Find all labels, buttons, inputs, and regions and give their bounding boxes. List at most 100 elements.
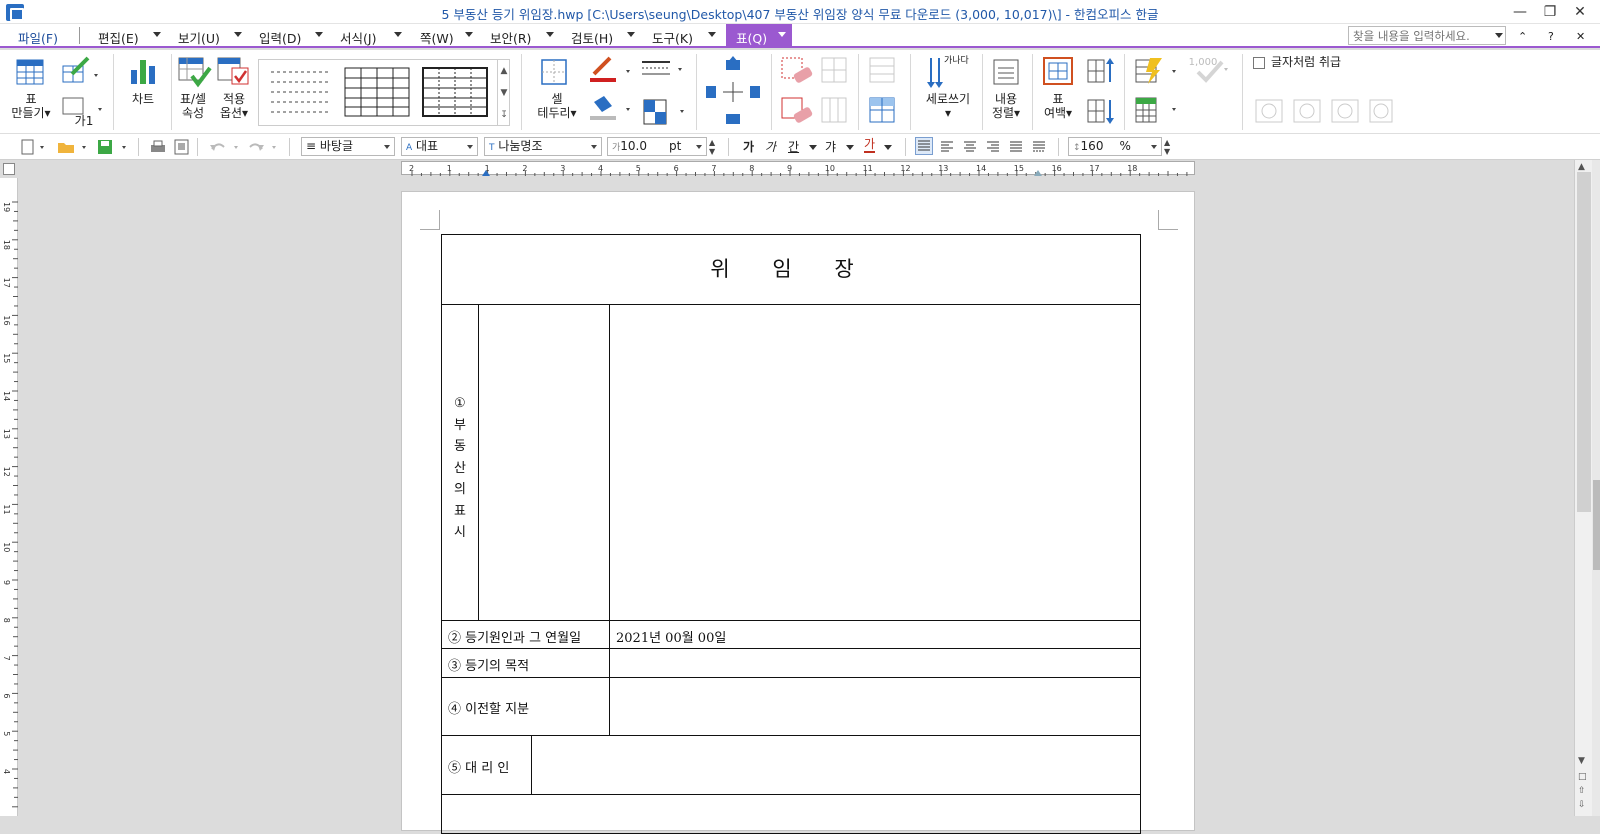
cell-shade-icon[interactable] — [642, 98, 686, 129]
cause-label-cell[interactable]: ② 등기원인과 그 연월일 — [441, 620, 610, 649]
formula-icon[interactable] — [1134, 96, 1178, 129]
font-size-spinner[interactable]: ▲ ▼ — [709, 138, 715, 156]
erase-cell-icon[interactable] — [780, 56, 816, 89]
split-cell-icon[interactable] — [820, 56, 850, 89]
align-distribute-icon[interactable] — [1008, 139, 1024, 158]
open-folder-icon[interactable] — [56, 139, 88, 158]
property-label-cell[interactable]: ① 부동산의표시 — [441, 304, 479, 621]
menu-review-dropdown-icon[interactable] — [627, 32, 635, 37]
content-align-icon[interactable] — [992, 58, 1020, 89]
collapse-ribbon-icon[interactable]: ⌃ — [1518, 30, 1527, 43]
table-margin-icon[interactable] — [1042, 56, 1074, 89]
underline-icon[interactable]: 간 — [788, 138, 799, 155]
quick-calc-icon[interactable] — [1134, 56, 1178, 89]
gallery-scroll-icon[interactable]: ▲ ▼ ↧ — [497, 60, 510, 126]
undo-icon[interactable] — [208, 139, 240, 158]
menu-file[interactable]: 파일(F) — [18, 28, 58, 47]
table-margin-label[interactable]: 표 여백▾ — [1036, 92, 1080, 120]
menu-format-dropdown-icon[interactable] — [394, 32, 402, 37]
property-sub-cell[interactable] — [478, 304, 610, 621]
right-indent-marker-icon[interactable] — [1034, 170, 1042, 176]
search-input[interactable] — [1348, 26, 1506, 45]
agent-label-cell[interactable]: ⑤ 대 리 인 — [441, 735, 532, 795]
share-value-cell[interactable] — [609, 677, 1141, 736]
apply-options-icon[interactable] — [217, 56, 251, 91]
menu-format[interactable]: 서식(J) — [340, 28, 376, 47]
draw-table-pencil-icon[interactable] — [62, 56, 98, 87]
menu-page-dropdown-icon[interactable] — [465, 32, 473, 37]
align-right-icon[interactable] — [985, 139, 1001, 158]
line-spacing-select[interactable]: ↕160% — [1068, 137, 1162, 156]
border-line-style-icon[interactable] — [640, 58, 684, 85]
purpose-label-cell[interactable]: ③ 등기의 목적 — [441, 648, 610, 678]
font-select[interactable]: T 나눔명조 — [484, 137, 602, 156]
align-center-icon[interactable] — [962, 139, 978, 158]
menu-security-dropdown-icon[interactable] — [546, 32, 554, 37]
close-button[interactable]: ✕ — [1568, 2, 1592, 22]
font-size-select[interactable]: 가10.0 pt — [607, 137, 707, 156]
purpose-value-cell[interactable] — [609, 648, 1141, 678]
ruler-corner-button[interactable] — [3, 163, 15, 175]
row-height-increase-icon[interactable] — [1086, 56, 1114, 89]
menu-insert-dropdown-icon[interactable] — [315, 32, 323, 37]
strikethrough-dropdown-icon[interactable] — [846, 145, 854, 150]
vertical-writing-label[interactable]: 세로쓰기 ▾ — [920, 92, 976, 120]
menu-edit-dropdown-icon[interactable] — [153, 32, 161, 37]
make-table-label[interactable]: 표 만들기▾ — [11, 92, 51, 120]
menu-table-dropdown-icon[interactable] — [778, 32, 786, 37]
menu-view-dropdown-icon[interactable] — [234, 32, 242, 37]
scroll-thumb[interactable] — [1577, 172, 1591, 512]
textbox-ga1-label[interactable]: 가1 — [72, 114, 96, 128]
menu-table[interactable]: 표(Q) — [736, 28, 767, 47]
next-page-icon[interactable]: ⇩ — [1578, 800, 1586, 810]
side-panel-toggle[interactable] — [1593, 480, 1600, 570]
menu-view[interactable]: 보기(U) — [178, 28, 220, 47]
wrap-style-icons[interactable] — [1254, 96, 1394, 129]
underline-dropdown-icon[interactable] — [809, 145, 817, 150]
language-select[interactable]: A 대표 — [401, 137, 478, 156]
border-color-brush-icon[interactable] — [588, 56, 632, 87]
treat-as-char-checkbox[interactable] — [1253, 57, 1265, 69]
help-icon[interactable]: ? — [1548, 30, 1554, 43]
menu-table-tab[interactable]: 표(Q) — [726, 24, 792, 48]
scroll-down-icon[interactable]: ▼ — [1578, 756, 1585, 766]
save-icon[interactable] — [96, 139, 128, 158]
property-value-cell[interactable] — [609, 304, 1141, 621]
form-title-cell[interactable]: 위 임 장 — [441, 234, 1141, 305]
print-icon[interactable] — [149, 139, 167, 158]
content-align-label[interactable]: 내용 정렬▾ — [986, 92, 1026, 120]
align-left-icon[interactable] — [939, 139, 955, 158]
next-row-cell[interactable] — [441, 794, 1141, 834]
menu-page[interactable]: 쪽(W) — [420, 28, 454, 47]
vertical-ruler[interactable]: 19 18 17 16 15 14 13 12 11 10 9 8 7 6 5 4 — [0, 178, 18, 816]
row-height-decrease-icon[interactable] — [1086, 96, 1114, 129]
prev-page-icon[interactable]: ⇧ — [1578, 786, 1586, 796]
redo-icon[interactable] — [246, 139, 278, 158]
equal-width-icon[interactable] — [868, 96, 898, 129]
select-browse-object-icon[interactable]: □ — [1578, 772, 1587, 782]
merge-cell-icon[interactable] — [820, 96, 850, 129]
align-justify-icon[interactable] — [915, 137, 933, 155]
apply-options-label[interactable]: 적용 옵션▾ — [216, 92, 252, 120]
scroll-up-icon[interactable]: ▲ — [1578, 162, 1585, 172]
cell-border-icon[interactable] — [540, 58, 568, 89]
make-table-icon[interactable] — [16, 58, 44, 89]
cell-fill-bucket-icon[interactable] — [588, 94, 632, 127]
share-label-cell[interactable]: ④ 이전할 지분 — [441, 677, 610, 736]
line-spacing-spinner[interactable]: ▲ ▼ — [1164, 138, 1170, 156]
strikethrough-icon[interactable]: 갸 — [825, 138, 836, 155]
restore-button[interactable]: ❐ — [1538, 2, 1562, 22]
erase-border-icon[interactable] — [780, 96, 816, 129]
menu-tools[interactable]: 도구(K) — [652, 28, 693, 47]
table-style-gallery[interactable] — [258, 59, 510, 126]
horizontal-ruler[interactable]: 2 1 1 2 3 4 5 6 7 8 9 10 11 12 13 14 15 16 17 18 — [401, 161, 1195, 176]
treat-as-char-label[interactable]: 글자처럼 취급 — [1271, 55, 1341, 69]
menu-review[interactable]: 검토(H) — [571, 28, 613, 47]
search-dropdown-icon[interactable] — [1495, 33, 1503, 38]
cell-border-label[interactable]: 셀 테두리▾ — [534, 92, 580, 120]
chart-icon[interactable] — [129, 56, 157, 89]
bold-icon[interactable]: 가 — [743, 138, 754, 155]
menu-tools-dropdown-icon[interactable] — [708, 32, 716, 37]
font-color-icon[interactable]: 가 — [864, 138, 876, 153]
table-cell-properties-label[interactable]: 표/셀 속성 — [175, 92, 211, 120]
